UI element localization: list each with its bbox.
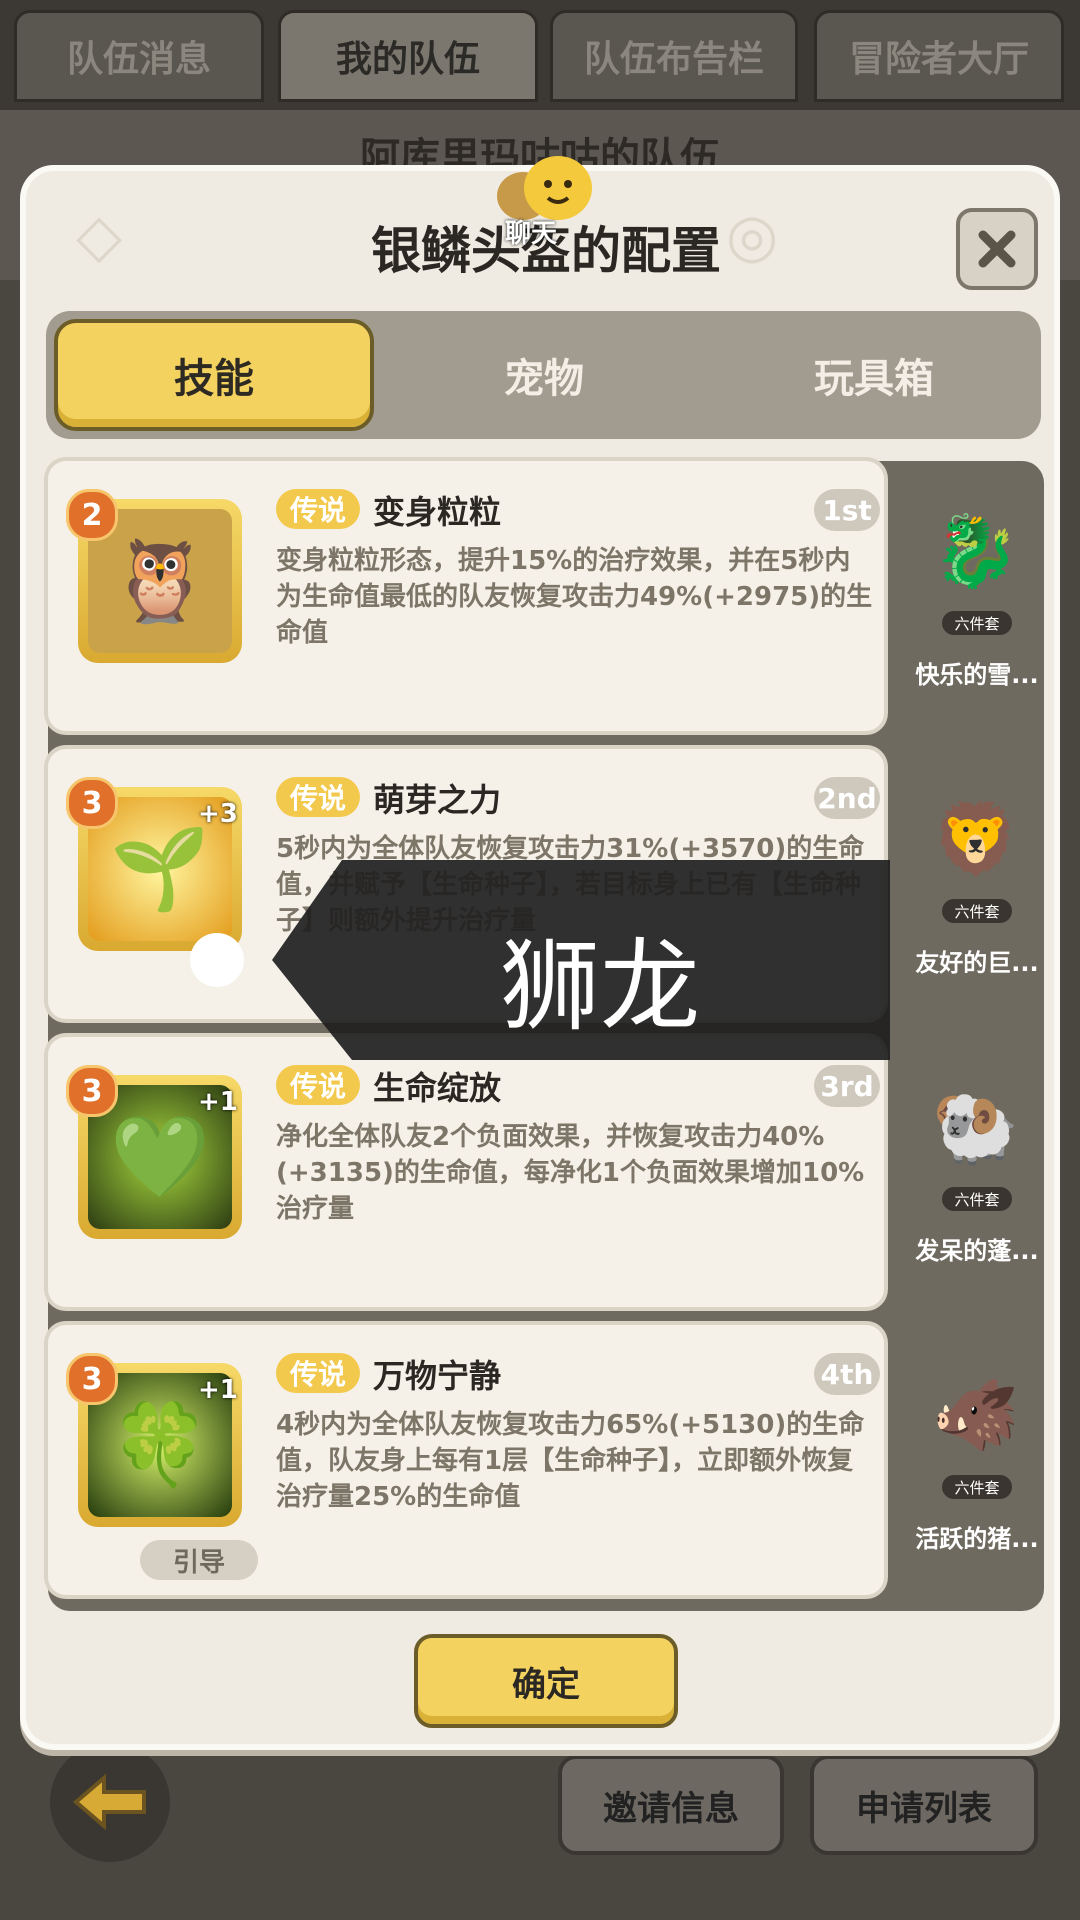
rarity-badge: 传说 bbox=[276, 1353, 360, 1393]
tab-my-team[interactable]: 我的队伍 bbox=[278, 10, 538, 102]
back-arrow-icon bbox=[72, 1774, 146, 1830]
close-button[interactable] bbox=[956, 208, 1038, 290]
skill-rank: 4th bbox=[814, 1353, 880, 1395]
level-badge: 3 bbox=[66, 777, 118, 829]
close-icon bbox=[978, 230, 1016, 268]
skill-rank: 2nd bbox=[814, 777, 880, 819]
back-button[interactable] bbox=[50, 1742, 170, 1862]
skill-name: 萌芽之力 bbox=[373, 781, 502, 819]
skill-card[interactable]: 🍀 3 +1 传说 万物宁静 4th 4秒内为全体队友恢复攻击力65%(+513… bbox=[48, 1325, 884, 1595]
pet-set-tag: 六件套 bbox=[942, 1187, 1012, 1211]
skill-rank: 3rd bbox=[814, 1065, 880, 1107]
plus-badge: +1 bbox=[198, 1087, 238, 1117]
skill-description: 4秒内为全体队友恢复攻击力65%(+5130)的生命值，队友身上每有1层【生命种… bbox=[276, 1410, 865, 1512]
pet-set-tag: 六件套 bbox=[942, 1475, 1012, 1499]
guide-badge: 引导 bbox=[140, 1540, 258, 1580]
pet-figure-icon: 🦁 bbox=[932, 797, 1020, 880]
pet-slot[interactable]: 🦁 六件套 友好的巨... bbox=[908, 749, 1044, 1019]
skill-description: 净化全体队友2个负面效果，并恢复攻击力40%(+3135)的生命值，每净化1个负… bbox=[276, 1122, 865, 1224]
skill-name: 万物宁静 bbox=[373, 1357, 502, 1395]
level-badge: 2 bbox=[66, 489, 118, 541]
pet-set-tag: 六件套 bbox=[942, 611, 1012, 635]
pet-name: 发呆的蓬... bbox=[915, 1237, 1039, 1265]
config-tabs: 技能 宠物 玩具箱 bbox=[46, 311, 1041, 439]
tab-skills[interactable]: 技能 bbox=[54, 319, 374, 431]
skill-name: 变身粒粒 bbox=[373, 493, 502, 531]
pet-slot[interactable]: 🐗 六件套 活跃的猪... bbox=[908, 1325, 1044, 1595]
confirm-button[interactable]: 确定 bbox=[414, 1634, 678, 1728]
tab-adventurer-hall[interactable]: 冒险者大厅 bbox=[814, 10, 1064, 102]
pet-set-tag: 六件套 bbox=[942, 899, 1012, 923]
skill-description: 变身粒粒形态，提升15%的治疗效果，并在5秒内为生命值最低的队友恢复攻击力49%… bbox=[276, 546, 873, 648]
skill-name: 生命绽放 bbox=[373, 1069, 502, 1107]
chat-label: 聊天 bbox=[505, 219, 558, 249]
apply-list-button[interactable]: 申请列表 bbox=[810, 1755, 1038, 1855]
toast-text: 狮龙 bbox=[500, 928, 700, 1045]
plus-badge: +1 bbox=[198, 1375, 238, 1405]
tab-team-messages[interactable]: 队伍消息 bbox=[14, 10, 264, 102]
invite-info-button[interactable]: 邀请信息 bbox=[558, 1755, 784, 1855]
deco-shape: ◇ bbox=[76, 201, 123, 271]
rarity-badge: 传说 bbox=[276, 1065, 360, 1105]
level-badge: 3 bbox=[66, 1065, 118, 1117]
pet-name: 友好的巨... bbox=[915, 949, 1039, 977]
pet-name: 活跃的猪... bbox=[915, 1525, 1039, 1553]
tab-team-board[interactable]: 队伍布告栏 bbox=[550, 10, 798, 102]
top-tab-bar: 队伍消息 我的队伍 队伍布告栏 冒险者大厅 bbox=[0, 0, 1080, 110]
pet-name: 快乐的雪... bbox=[915, 661, 1039, 689]
pet-slot[interactable]: 🐉 六件套 快乐的雪... bbox=[908, 461, 1044, 731]
tab-toybox[interactable]: 玩具箱 bbox=[714, 319, 1034, 431]
pet-figure-icon: 🐏 bbox=[932, 1085, 1020, 1168]
pet-figure-icon: 🐗 bbox=[932, 1373, 1020, 1456]
rarity-badge: 传说 bbox=[276, 489, 360, 529]
rarity-badge: 传说 bbox=[276, 777, 360, 817]
touch-indicator bbox=[190, 933, 244, 987]
pet-slot[interactable]: 🐏 六件套 发呆的蓬... bbox=[908, 1037, 1044, 1307]
plus-badge: +3 bbox=[198, 799, 238, 829]
skill-rank: 1st bbox=[814, 489, 880, 531]
tab-pets[interactable]: 宠物 bbox=[384, 319, 704, 431]
level-badge: 3 bbox=[66, 1353, 118, 1405]
skill-card[interactable]: 💚 3 +1 传说 生命绽放 3rd 净化全体队友2个负面效果，并恢复攻击力40… bbox=[48, 1037, 884, 1307]
skill-card[interactable]: 🦉 2 传说 变身粒粒 1st 变身粒粒形态，提升15%的治疗效果，并在5秒内为… bbox=[48, 461, 884, 731]
pet-figure-icon: 🐉 bbox=[932, 509, 1020, 592]
